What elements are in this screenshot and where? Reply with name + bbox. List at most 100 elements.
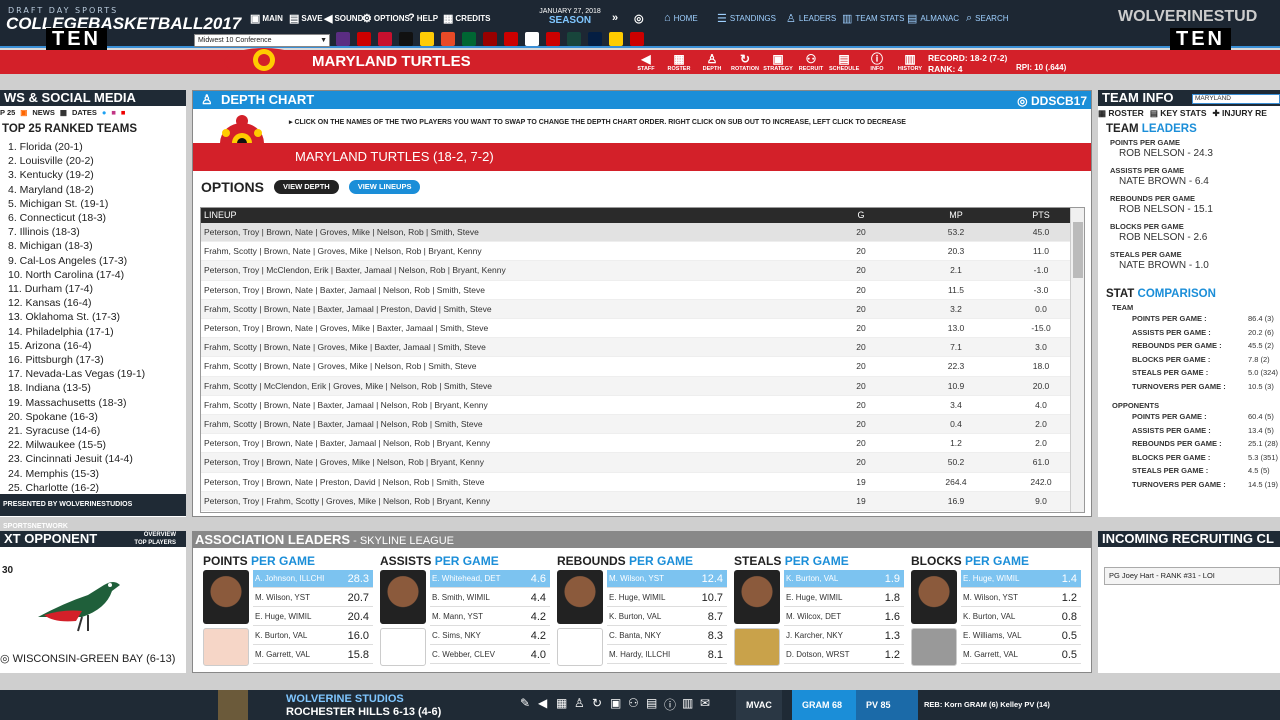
globe-button[interactable]: ◎ bbox=[634, 12, 644, 25]
top25-item[interactable]: 19. Massachusetts (18-3) bbox=[8, 396, 145, 410]
recruit-item[interactable]: PG Joey Hart - RANK #31 - LOI bbox=[1104, 567, 1280, 585]
twitter-icon[interactable]: ● bbox=[102, 108, 107, 117]
team-logo-4[interactable] bbox=[399, 32, 413, 46]
leader-row[interactable]: D. Dotson, WRST 1.2 bbox=[784, 646, 904, 664]
leader-row[interactable]: C. Banta, NKY 8.3 bbox=[607, 627, 727, 645]
advance-button[interactable]: » bbox=[612, 12, 618, 24]
top25-item[interactable]: 15. Arizona (16-4) bbox=[8, 339, 145, 353]
edit-icon[interactable]: ✎ bbox=[520, 696, 530, 710]
team-search-input[interactable]: MARYLAND bbox=[1192, 94, 1280, 104]
team-logo-12[interactable] bbox=[567, 32, 581, 46]
lineup-row[interactable]: Peterson, Troy | Brown, Nate | Groves, M… bbox=[201, 319, 1071, 339]
action-info[interactable]: ⓘ INFO bbox=[862, 52, 892, 72]
tab-news[interactable]: NEWS bbox=[32, 108, 55, 117]
col-lineup[interactable]: LINEUP bbox=[204, 208, 237, 223]
top25-item[interactable]: 16. Pittsburgh (17-3) bbox=[8, 353, 145, 367]
top25-item[interactable]: 21. Syracuse (14-6) bbox=[8, 424, 145, 438]
menu-save[interactable]: ▤ SAVE bbox=[289, 12, 323, 25]
action-schedule[interactable]: ▤ SCHEDULE bbox=[829, 52, 859, 72]
rotation-icon[interactable]: ↻ bbox=[592, 696, 602, 710]
view-depth-button[interactable]: VIEW DEPTH bbox=[274, 180, 339, 194]
leader-row[interactable]: E. Williams, VAL 0.5 bbox=[961, 627, 1081, 645]
menu-main[interactable]: ▣ MAIN bbox=[250, 12, 283, 25]
tab-top25[interactable]: P 25 bbox=[0, 108, 15, 117]
leader-row[interactable]: B. Smith, WIMIL 4.4 bbox=[430, 589, 550, 607]
player-photo[interactable] bbox=[380, 570, 426, 624]
top25-item[interactable]: 4. Maryland (18-2) bbox=[8, 183, 145, 197]
lineup-row[interactable]: Peterson, Troy | Brown, Nate | Preston, … bbox=[201, 473, 1071, 492]
whistle-icon[interactable]: ◀ bbox=[538, 696, 547, 710]
top25-item[interactable]: 2. Louisville (20-2) bbox=[8, 154, 145, 168]
leader-row[interactable]: E. Huge, WIMIL 1.4 bbox=[961, 570, 1081, 588]
col-g[interactable]: G bbox=[841, 208, 881, 223]
top25-item[interactable]: 18. Indiana (13-5) bbox=[8, 381, 145, 395]
tab-dates[interactable]: DATES bbox=[72, 108, 97, 117]
lineup-row[interactable]: Frahm, Scotty | Brown, Nate | Groves, Mi… bbox=[201, 242, 1071, 262]
top25-item[interactable]: 20. Spokane (16-3) bbox=[8, 410, 145, 424]
team-logo-7[interactable] bbox=[462, 32, 476, 46]
lineup-row[interactable]: Peterson, Troy | Brown, Nate | Groves, M… bbox=[201, 453, 1071, 473]
team-logo-11[interactable] bbox=[546, 32, 560, 46]
schedule-icon[interactable]: ▤ bbox=[646, 696, 657, 710]
lineup-row[interactable]: Peterson, Troy | Brown, Nate | Groves, M… bbox=[201, 223, 1071, 243]
lineup-row[interactable]: Frahm, Scotty | Brown, Nate | Baxter, Ja… bbox=[201, 299, 1071, 319]
nav-almanac[interactable]: ▤ ALMANAC bbox=[907, 12, 959, 25]
leader-row[interactable]: C. Webber, CLEV 4.0 bbox=[430, 646, 550, 664]
leader-row[interactable]: M. Hardy, ILLCHI 8.1 bbox=[607, 646, 727, 664]
lineup-row[interactable]: Frahm, Scotty | Brown, Nate | Groves, Mi… bbox=[201, 357, 1071, 377]
scrollbar-thumb[interactable] bbox=[1073, 222, 1083, 278]
action-roster[interactable]: ▦ ROSTER bbox=[664, 52, 694, 72]
top25-item[interactable]: 14. Philadelphia (17-1) bbox=[8, 325, 145, 339]
leader-row[interactable]: E. Whitehead, DET 4.6 bbox=[430, 570, 550, 588]
youtube-icon[interactable]: ■ bbox=[121, 108, 126, 117]
top25-item[interactable]: 5. Michigan St. (19-1) bbox=[8, 197, 145, 211]
team-logo-3[interactable] bbox=[378, 32, 392, 46]
instagram-icon[interactable]: ■ bbox=[111, 108, 116, 117]
leader-value[interactable]: ROB NELSON - 24.3 bbox=[1119, 148, 1213, 159]
info-icon[interactable]: ⓘ bbox=[664, 696, 676, 713]
action-staff[interactable]: ◀ STAFF bbox=[631, 52, 661, 72]
top25-item[interactable]: 7. Illinois (18-3) bbox=[8, 225, 145, 239]
col-mp[interactable]: MP bbox=[931, 208, 981, 223]
top25-item[interactable]: 8. Michigan (18-3) bbox=[8, 239, 145, 253]
team-logo-8[interactable] bbox=[483, 32, 497, 46]
top25-item[interactable]: 1. Florida (20-1) bbox=[8, 140, 145, 154]
leader-value[interactable]: NATE BROWN - 1.0 bbox=[1119, 260, 1209, 271]
menu-help[interactable]: ? HELP bbox=[408, 12, 438, 24]
top25-item[interactable]: 17. Nevada-Las Vegas (19-1) bbox=[8, 367, 145, 381]
lineup-row[interactable]: Frahm, Scotty | McClendon, Erik | Groves… bbox=[201, 376, 1071, 396]
team-logo-15[interactable] bbox=[630, 32, 644, 46]
action-rotation[interactable]: ↻ ROTATION bbox=[730, 52, 760, 72]
top25-item[interactable]: 25. Charlotte (16-2) bbox=[8, 481, 145, 495]
player-photo[interactable] bbox=[911, 570, 957, 624]
player-photo[interactable] bbox=[557, 570, 603, 624]
leader-row[interactable]: K. Burton, VAL 1.9 bbox=[784, 570, 904, 588]
nav-standings[interactable]: ☰ STANDINGS bbox=[717, 12, 776, 25]
leader-row[interactable]: M. Wilson, YST 20.7 bbox=[253, 589, 373, 607]
team-logo-6[interactable] bbox=[441, 32, 455, 46]
nav-team-stats[interactable]: ▥ TEAM STATS bbox=[842, 12, 904, 25]
lineup-row[interactable]: Frahm, Scotty | Brown, Nate | Groves, Mi… bbox=[201, 338, 1071, 358]
col-pts[interactable]: PTS bbox=[1016, 208, 1066, 223]
top25-item[interactable]: 9. Cal-Los Angeles (17-3) bbox=[8, 254, 145, 268]
nav-search[interactable]: ⌕ SEARCH bbox=[966, 12, 1009, 25]
strategy-icon[interactable]: ▣ bbox=[610, 696, 621, 710]
lineup-row[interactable]: Frahm, Scotty | Brown, Nate | Baxter, Ja… bbox=[201, 396, 1071, 415]
leader-row[interactable]: E. Huge, WIMIL 20.4 bbox=[253, 608, 373, 626]
leader-row[interactable]: M. Wilcox, DET 1.6 bbox=[784, 608, 904, 626]
nav-leaders[interactable]: ♙ LEADERS bbox=[786, 12, 836, 25]
player-photo[interactable] bbox=[203, 570, 249, 624]
tab-gram[interactable]: GRAM 68 bbox=[792, 690, 856, 720]
menu-options[interactable]: ⚙ OPTIONS bbox=[362, 12, 410, 25]
team-logo-14[interactable] bbox=[609, 32, 623, 46]
player-photo[interactable] bbox=[734, 570, 780, 624]
team-logo-5[interactable] bbox=[420, 32, 434, 46]
lineup-row[interactable]: Peterson, Troy | Brown, Nate | Baxter, J… bbox=[201, 281, 1071, 300]
roster-icon[interactable]: ▦ bbox=[556, 696, 567, 710]
team-logo-10[interactable] bbox=[525, 32, 539, 46]
top25-item[interactable]: 11. Durham (17-4) bbox=[8, 282, 145, 296]
nav-home[interactable]: ⌂ HOME bbox=[664, 12, 698, 24]
menu-credits[interactable]: ▦ CREDITS bbox=[443, 12, 491, 25]
tab-key-stats[interactable]: ▤ KEY STATS bbox=[1150, 108, 1207, 119]
top-players-link[interactable]: TOP PLAYERS bbox=[134, 539, 176, 547]
